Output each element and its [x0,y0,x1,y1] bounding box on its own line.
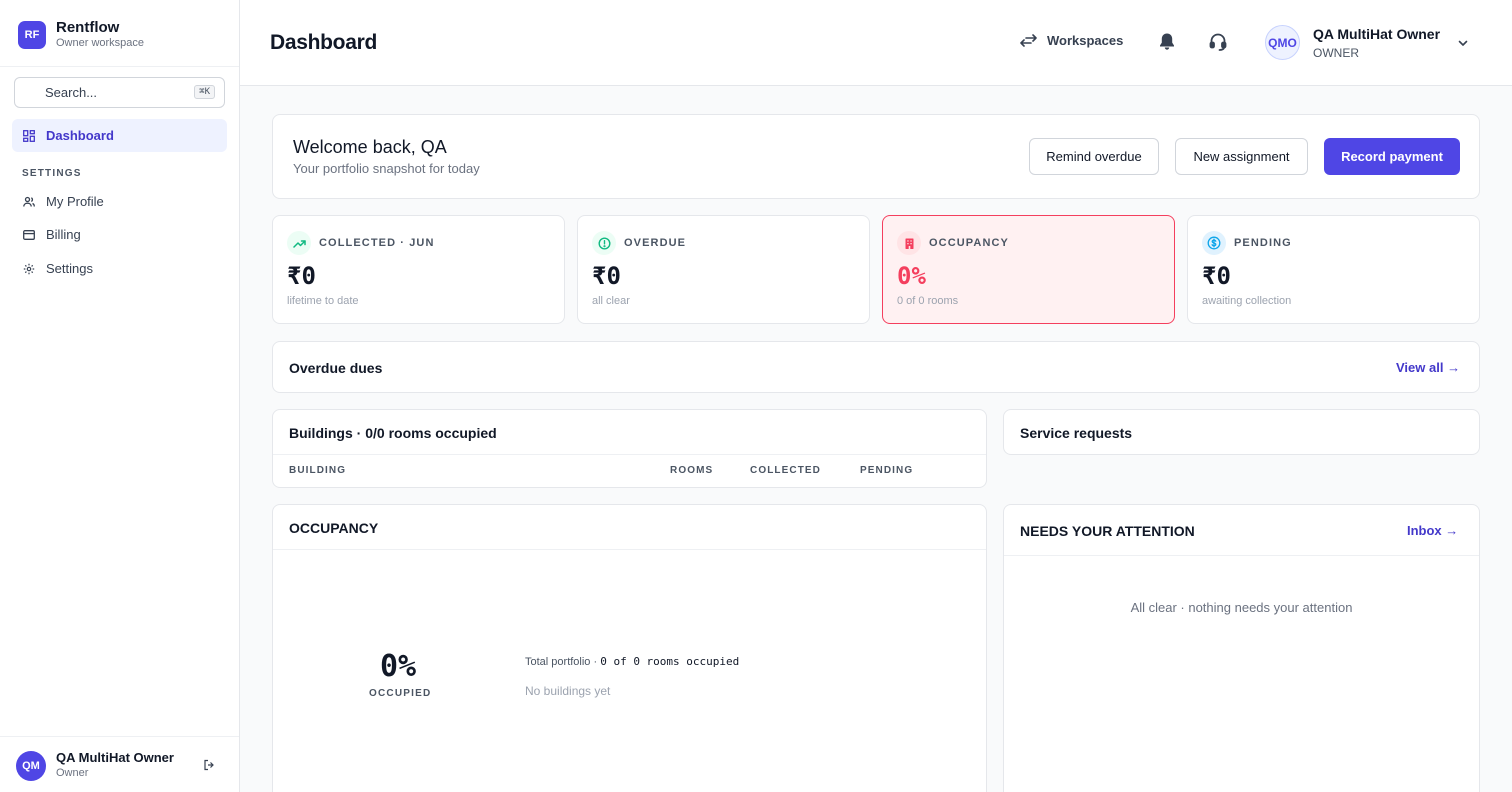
stat-caption: awaiting collection [1202,295,1292,307]
sidebar-item-dashboard[interactable]: Dashboard [12,119,227,152]
occupancy-card: OCCUPANCY 0% OCCUPIED Total portfolio · … [272,504,987,792]
sidebar: RF Rentflow Owner workspace Search... ⌘K… [0,0,240,792]
view-all-link[interactable]: View all → [1396,360,1460,375]
sidebar-item-label: Settings [46,261,93,276]
logout-icon[interactable] [203,759,215,771]
welcome-card: Welcome back, QA Your portfolio snapshot… [272,114,1480,199]
stat-label: OCCUPANCY [929,237,1009,249]
sidebar-user-name: QA MultiHat Owner [56,750,174,765]
welcome-subtitle: Your portfolio snapshot for today [293,161,480,176]
search-shortcut-badge: ⌘K [194,85,215,99]
column-header[interactable]: PENDING [860,465,913,476]
column-header[interactable]: BUILDING [289,465,346,476]
section-title: OCCUPANCY [289,520,379,536]
record-payment-button[interactable]: Record payment [1324,138,1460,175]
page-title: Dashboard [270,31,377,54]
empty-state-text: All clear · nothing needs your attention [1130,600,1353,615]
building-icon [897,231,921,255]
alert-circle-icon [592,231,616,255]
stat-value: ₹0 [287,262,316,290]
stat-card-collected[interactable]: COLLECTED · JUN ₹0 lifetime to date [272,215,565,324]
stat-card-overdue[interactable]: OVERDUE ₹0 all clear [577,215,870,324]
sidebar-item-label: Billing [46,227,81,242]
swap-arrows-icon [1020,33,1037,47]
empty-state-text: No buildings yet [525,684,611,698]
section-title: NEEDS YOUR ATTENTION [1020,523,1195,539]
section-title: Buildings · 0/0 rooms occupied [289,425,497,441]
chevron-down-icon[interactable] [1457,37,1469,49]
welcome-title: Welcome back, QA [293,137,447,157]
occupancy-total-prefix: Total portfolio · [525,656,601,668]
stat-label: COLLECTED · JUN [319,237,435,249]
stat-label: PENDING [1234,237,1292,249]
credit-card-icon [23,230,35,240]
brand-logo: RF [18,21,46,49]
stat-caption: all clear [592,295,630,307]
new-assignment-button[interactable]: New assignment [1175,138,1308,175]
section-title: Service requests [1020,425,1133,441]
section-title: Overdue dues [289,360,383,376]
overdue-dues-card: Overdue dues View all → [272,341,1480,393]
occupancy-label: OCCUPIED [369,688,432,699]
stat-card-occupancy[interactable]: OCCUPANCY 0% 0 of 0 rooms [882,215,1175,324]
brand-name: Rentflow [56,19,120,36]
stat-label: OVERDUE [624,237,687,249]
needs-attention-card: NEEDS YOUR ATTENTION Inbox → All clear ·… [1003,504,1480,792]
search-input[interactable]: Search... ⌘K [14,77,225,108]
divider [273,549,986,550]
dollar-coin-icon [1202,231,1226,255]
top-header: Dashboard Workspaces QMO QA MultiHat Own… [240,0,1512,86]
sidebar-item-billing[interactable]: Billing [12,218,227,251]
avatar[interactable]: QMO [1265,25,1300,60]
stat-caption: 0 of 0 rooms [897,295,959,307]
occupancy-total: Total portfolio · 0 of 0 rooms occupied [525,655,739,668]
sidebar-item-label: My Profile [46,194,104,209]
inbox-link[interactable]: Inbox → [1407,523,1458,538]
account-role: OWNER [1313,46,1359,60]
stat-value: 0% [897,262,926,290]
column-header[interactable]: ROOMS [670,465,713,476]
sidebar-user[interactable]: QM QA MultiHat Owner Owner [16,750,174,781]
column-header[interactable]: COLLECTED [750,465,821,476]
stat-caption: lifetime to date [287,295,359,307]
users-icon [23,196,35,207]
account-name[interactable]: QA MultiHat Owner [1313,26,1440,42]
stat-value: ₹0 [1202,262,1231,290]
sidebar-user-role: Owner [56,767,89,779]
gear-icon [23,263,35,275]
support-headset-icon[interactable] [1208,32,1228,52]
workspaces-button[interactable]: Workspaces [1020,33,1123,48]
occupancy-total-value: 0 of 0 rooms occupied [600,655,740,668]
trend-up-icon [287,231,311,255]
sidebar-divider [0,66,239,67]
buildings-card: Buildings · 0/0 rooms occupied BUILDING … [272,409,987,488]
occupancy-percent: 0% [380,649,417,684]
dashboard-grid-icon [23,130,35,142]
divider [273,454,986,455]
bell-icon[interactable] [1158,32,1176,52]
divider [1004,555,1479,556]
nav-section-settings: SETTINGS [22,168,82,179]
sidebar-footer-divider [0,736,239,737]
sidebar-item-my-profile[interactable]: My Profile [12,185,227,218]
brand[interactable]: RF Rentflow Owner workspace [18,20,144,50]
workspaces-label: Workspaces [1047,33,1124,48]
brand-subtitle: Owner workspace [56,37,145,49]
remind-overdue-button[interactable]: Remind overdue [1029,138,1159,175]
avatar: QM [16,750,46,781]
search-placeholder: Search... [45,85,98,100]
service-requests-card: Service requests [1003,409,1480,455]
stat-card-pending[interactable]: PENDING ₹0 awaiting collection [1187,215,1480,324]
sidebar-item-label: Dashboard [46,128,114,143]
sidebar-item-settings[interactable]: Settings [12,252,227,285]
stat-value: ₹0 [592,262,621,290]
